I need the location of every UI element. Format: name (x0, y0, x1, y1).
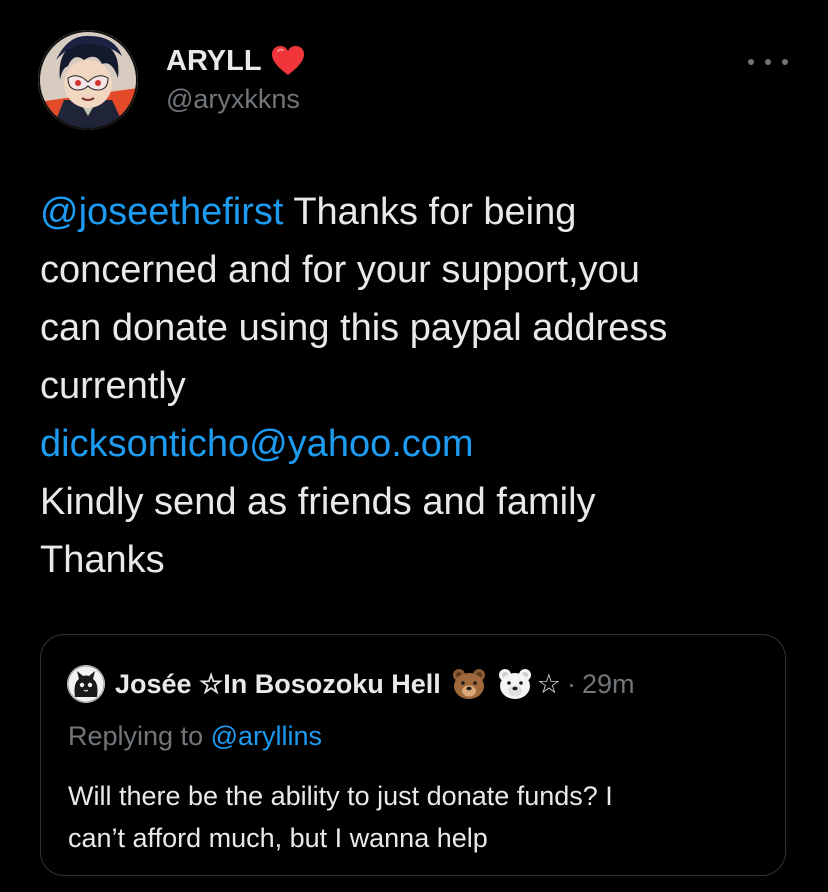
replying-to-label: Replying to (68, 721, 211, 751)
replying-to-line: Replying to @aryllins (68, 721, 322, 752)
author-display-name: ARYLL (166, 44, 262, 77)
tweet-line: concerned and for your support,you (40, 249, 640, 291)
quoted-author-name[interactable]: Josée ☆In Bosozoku Hell (115, 669, 441, 700)
more-options-button[interactable] (748, 50, 788, 74)
author-avatar[interactable] (38, 30, 138, 130)
tweet-line: Thanks (40, 539, 165, 581)
quoted-author-avatar[interactable] (67, 665, 105, 703)
replying-to-handle[interactable]: @aryllins (211, 721, 322, 751)
tweet-line: @joseethefirst Thanks for being (40, 183, 800, 241)
cat-avatar-illustration (67, 665, 105, 703)
meta-separator: · (567, 668, 576, 699)
quoted-tweet-card[interactable]: Josée ☆In Bosozoku Hell ☆ · 29m Replying… (40, 634, 786, 876)
bear-face-icon (452, 669, 485, 699)
tweet-text-segment: Thanks for being (283, 191, 577, 233)
mention-link[interactable]: @joseethefirst (40, 191, 283, 233)
tweet-line: currently (40, 365, 186, 407)
quoted-tweet-text: Will there be the ability to just donate… (68, 775, 758, 859)
more-horizontal-icon (748, 59, 754, 65)
tweet-text: @joseethefirst Thanks for being concerne… (40, 183, 800, 589)
tweet-line: Kindly send as friends and family (40, 481, 596, 523)
more-dot (765, 59, 771, 65)
quoted-tweet-header: Josée ☆In Bosozoku Hell ☆ · 29m (67, 665, 635, 703)
author-name[interactable]: ARYLL (166, 44, 306, 78)
author-handle[interactable]: @aryxkkns (166, 84, 300, 115)
tweet-line: can donate using this paypal address (40, 307, 668, 349)
quoted-text-line: Will there be the ability to just donate… (68, 781, 613, 811)
quoted-timestamp[interactable]: 29m (582, 669, 635, 700)
star-glyph: ☆ (536, 668, 561, 699)
red-heart-icon (271, 46, 304, 75)
email-link[interactable]: dicksonticho@yahoo.com (40, 415, 800, 473)
avatar-illustration (38, 30, 138, 130)
tweet: ARYLL @aryxkkns @joseethefirst Thanks fo… (0, 0, 828, 892)
quoted-text-line: can’t afford much, but I wanna help (68, 823, 488, 853)
polar-bear-icon (498, 669, 531, 699)
more-dot (782, 59, 788, 65)
